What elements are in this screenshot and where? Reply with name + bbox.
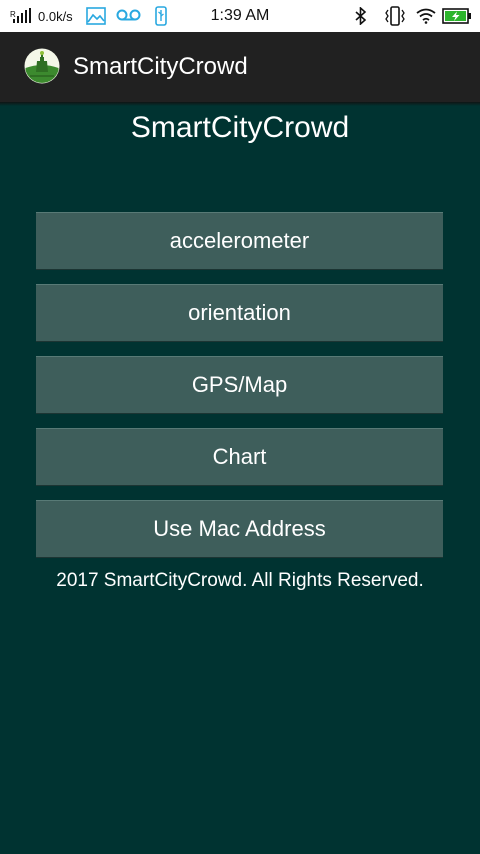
orientation-button[interactable]: orientation (36, 284, 443, 342)
page-title: SmartCityCrowd (130, 111, 350, 144)
copyright-footer: 2017 SmartCityCrowd. All Rights Reserved… (56, 570, 424, 591)
action-bar-shadow (0, 102, 480, 106)
gps-map-button[interactable]: GPS/Map (36, 356, 443, 414)
status-bar: R 0.0k/s 1:39 AM (0, 0, 480, 32)
wifi-icon (416, 0, 436, 32)
vibrate-icon (383, 0, 407, 32)
action-bar: SmartCityCrowd (0, 32, 480, 102)
action-bar-title: SmartCityCrowd (73, 53, 248, 80)
status-time: 1:39 AM (210, 7, 270, 24)
chart-button[interactable]: Chart (36, 428, 443, 486)
bluetooth-icon (354, 0, 368, 32)
battery-charging-icon (442, 0, 472, 32)
accelerometer-button[interactable]: accelerometer (36, 212, 443, 270)
app-logo-icon (24, 48, 60, 84)
use-mac-address-button[interactable]: Use Mac Address (36, 500, 443, 558)
